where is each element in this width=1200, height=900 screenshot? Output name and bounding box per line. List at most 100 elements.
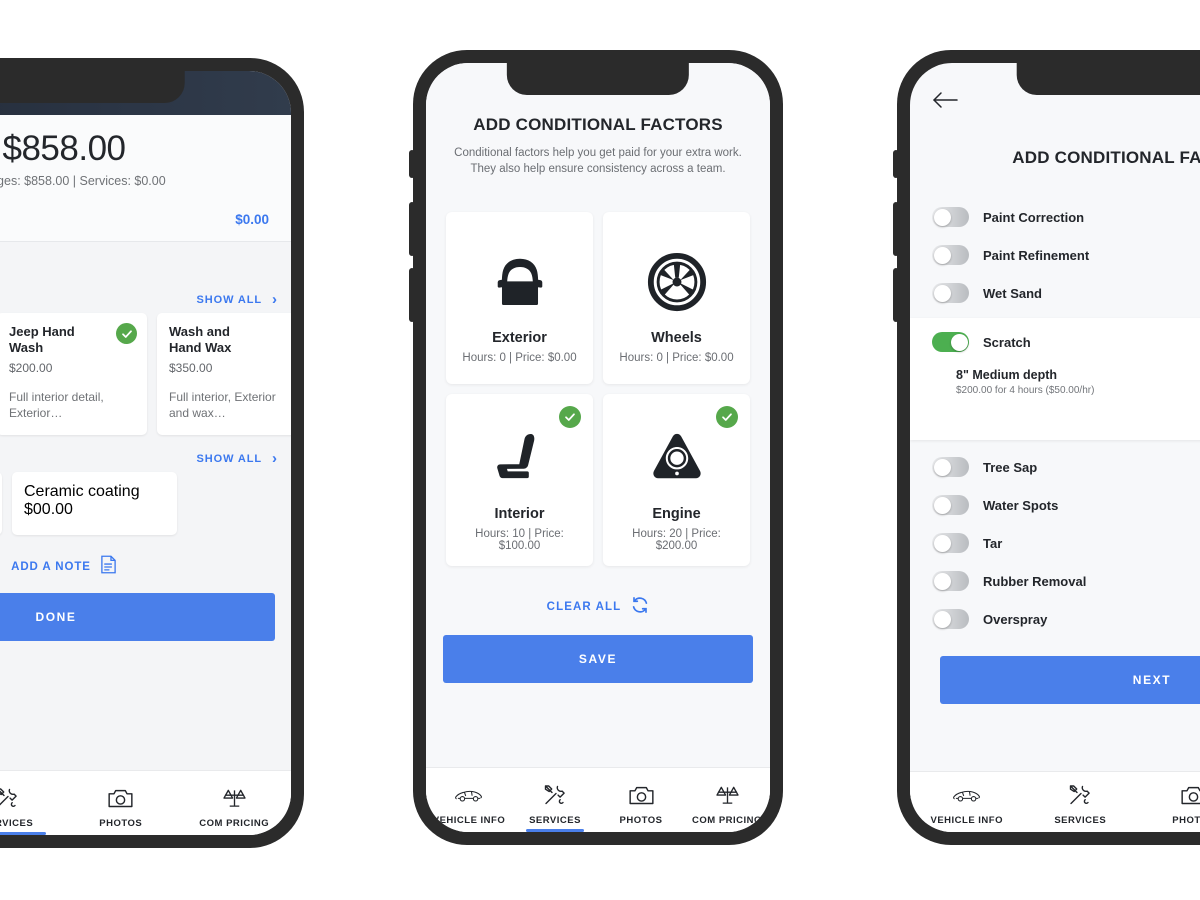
factor-row-tree-sap[interactable]: Tree Sap [910,448,1200,486]
phone1-tab-bar[interactable]: VEHICLE INFO SERVICES [0,771,291,835]
category-grid[interactable]: Exterior Hours: 0 | Price: $0.00 Wheels … [426,178,770,566]
page-title: ADD CONDITIONAL FACTORS [1012,148,1200,167]
clear-all-button-p1[interactable]: CLEAR ALL [0,242,291,286]
tab-photos[interactable]: PHOTOS [1137,772,1200,832]
package-card-list[interactable]: Fabulous Full-Polish $0.00 Interior deta… [0,313,291,436]
category-name: Engine [652,506,701,523]
labor-rate-value[interactable]: $0.00 [235,212,269,227]
tab-com-pricing[interactable]: COM PRICING [684,768,770,832]
factor-label: Wet Sand [983,285,1042,301]
factor-label: Tar [983,535,1003,551]
scratch-detail-name: 8" Medium depth [956,368,1058,382]
tab-services[interactable]: SERVICES [512,768,598,832]
phone3-tab-bar[interactable]: VEHICLE INFO SERVICES PHOT [910,772,1200,832]
factor-card-scratch-expanded: Scratch 8" Medium depth $200.00 for 4 ho… [910,318,1200,440]
show-all-packages[interactable]: SHOW ALL › [0,286,291,313]
package-card[interactable]: Jeep Hand Wash $200.00 Full interior det… [0,313,147,436]
scratch-detail-meta: $200.00 for 4 hours ($50.00/hr) [956,385,1095,396]
category-card-exterior[interactable]: Exterior Hours: 0 | Price: $0.00 [446,211,593,384]
wheel-icon [646,236,708,328]
selected-check-icon [116,323,137,344]
selected-check-icon [559,405,581,428]
service-name: Ceramic coating [24,483,140,501]
factor-toggle[interactable] [932,495,969,515]
factor-row-tar[interactable]: Tar [910,524,1200,562]
factor-row-overspray[interactable]: Overspray [910,600,1200,638]
toggle-knob [933,208,951,226]
factor-row-rubber-removal[interactable]: Rubber Removal [910,562,1200,600]
service-card-list[interactable]: Ceramic coating wheels Ceramic coating $… [0,472,291,536]
category-meta: Hours: 0 | Price: $0.00 [619,352,734,365]
volume-down-button[interactable] [409,268,415,322]
factor-toggle[interactable] [932,283,969,303]
factor-toggle[interactable] [932,571,969,591]
service-card[interactable]: Ceramic coating wheels [0,472,2,536]
save-button[interactable]: SAVE [443,634,753,683]
factor-label: Tree Sap [983,459,1038,475]
show-all-label-services: SHOW ALL [196,452,262,465]
tab-photos[interactable]: PHOTOS [598,768,684,832]
volume-up-button[interactable] [409,202,415,256]
volume-up-button[interactable] [893,202,899,256]
tab-label: SERVICES [1054,815,1107,826]
car-icon [455,782,483,808]
category-card-interior[interactable]: Interior Hours: 10 | Price: $100.00 [446,393,593,566]
refresh-icon [631,596,649,619]
factor-toggle[interactable] [932,533,969,553]
factor-row-paint-refinement[interactable]: Paint Refinement [910,236,1200,274]
toggle-knob [933,572,951,590]
service-card[interactable]: Ceramic coating $00.00 [12,472,177,536]
phone2-screen: ADD CONDITIONAL FACTORS Conditional fact… [426,63,770,832]
screenshot-canvas: $858.00 Packages: $858.00 | Services: $0… [0,0,1200,900]
factor-toggle[interactable] [932,207,969,227]
silent-switch[interactable] [409,150,415,178]
service-price: $00.00 [24,501,73,519]
category-card-wheels[interactable]: Wheels Hours: 0 | Price: $0.00 [603,211,750,384]
tab-label: SERVICES [529,815,581,826]
done-button[interactable]: DONE [0,593,275,642]
total-amount: $858.00 [2,129,126,168]
phone3-spacer [910,704,1200,772]
factor-toggle-on[interactable] [932,332,969,352]
silent-switch[interactable] [893,150,899,178]
tab-label: VEHICLE INFO [432,815,506,826]
phone2-tab-bar[interactable]: VEHICLE INFO SERVICES PHOTOS COM PRICING [426,768,770,832]
phone-mockup-left: $858.00 Packages: $858.00 | Services: $0… [0,58,304,848]
tab-vehicle-info[interactable]: VEHICLE INFO [426,768,512,832]
tab-services[interactable]: SERVICES [1024,772,1138,832]
chevron-right-icon: › [272,291,277,308]
clear-all-button-p2[interactable]: CLEAR ALL [426,566,770,635]
category-meta: Hours: 20 | Price: $200.00 [632,528,721,553]
selected-check-icon [716,405,738,428]
labor-hourly-rate-row[interactable]: Labor Hourly Rate $0.00 [0,202,291,242]
factor-toggle[interactable] [932,457,969,477]
factor-label: Paint Correction [983,209,1085,225]
factor-toggle[interactable] [932,609,969,629]
clear-all-label-p2: CLEAR ALL [546,601,622,614]
category-name: Interior [494,506,545,523]
tab-vehicle-info[interactable]: VEHICLE INFO [910,772,1024,832]
factor-row-scratch[interactable]: Scratch [910,330,1200,354]
camera-icon [108,785,133,811]
package-card[interactable]: Wash and Hand Wax $350.00 Full interior,… [157,313,291,436]
factor-toggle[interactable] [932,245,969,265]
factor-row-paint-correction[interactable]: Paint Correction [910,198,1200,236]
factor-row-wet-sand[interactable]: Wet Sand [910,274,1200,312]
tab-com-pricing[interactable]: COM PRICING [178,771,292,835]
tab-services[interactable]: SERVICES [0,771,64,835]
done-button-wrap: DONE [0,593,291,642]
phone2-notch [506,63,690,95]
factor-label: Rubber Removal [983,573,1087,589]
tools-icon [1068,782,1092,808]
next-button[interactable]: NEXT [940,656,1200,704]
category-card-engine[interactable]: Engine Hours: 20 | Price: $200.00 [603,393,750,566]
volume-down-button[interactable] [893,268,899,322]
tab-label: VEHICLE INFO [930,815,1003,826]
show-all-services[interactable]: SHOW ALL › [0,435,291,473]
scales-icon [222,785,247,811]
package-price: $200.00 [9,361,53,375]
factor-row-water-spots[interactable]: Water Spots [910,486,1200,524]
add-a-note-button[interactable]: ADD A NOTE [0,535,291,594]
tab-photos[interactable]: PHOTOS [64,771,178,835]
tab-label: PHOTOS [99,818,143,829]
